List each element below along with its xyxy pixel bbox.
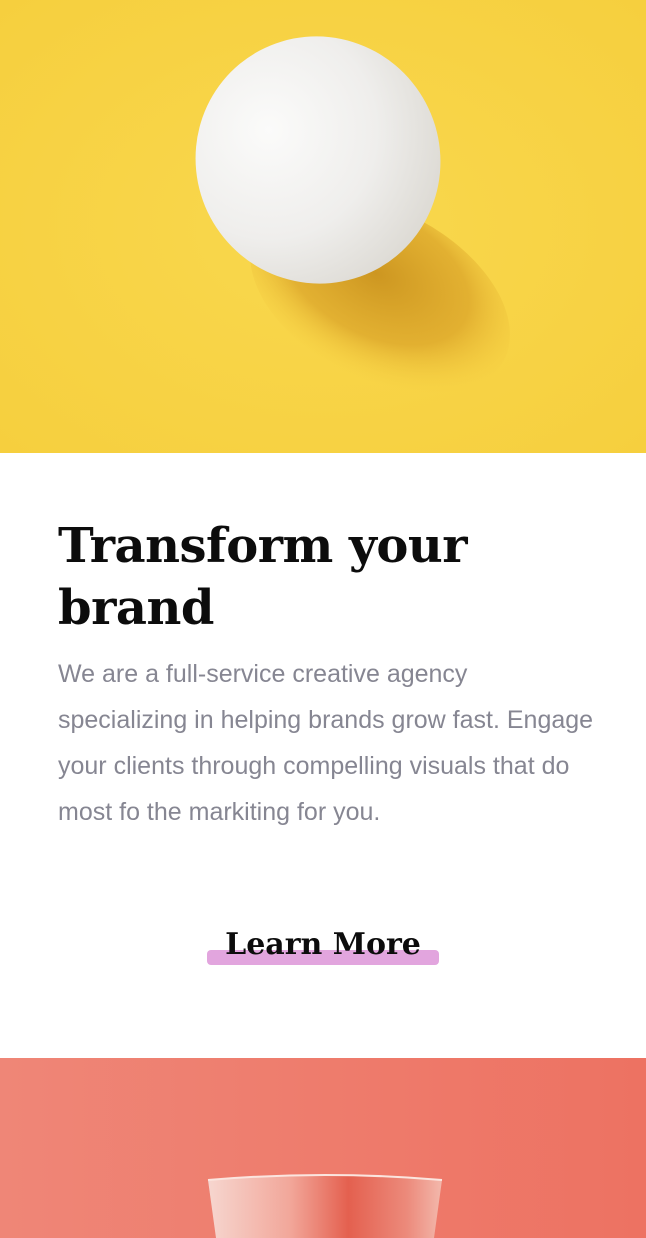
content-section: Transform your brand We are a full-servi… <box>58 453 598 835</box>
footer-image-cup <box>0 1058 646 1238</box>
headline: Transform your brand <box>58 518 468 636</box>
cta-container: Learn More <box>0 925 646 965</box>
egg-illustration <box>0 0 646 453</box>
hero-image-egg <box>0 0 646 453</box>
cup-illustration <box>0 1058 646 1238</box>
page: Transform your brand We are a full-servi… <box>0 0 646 1238</box>
learn-more-link[interactable]: Learn More <box>207 925 439 965</box>
body-text: We are a full-service creative agency sp… <box>58 660 594 826</box>
learn-more-label: Learn More <box>225 927 421 962</box>
